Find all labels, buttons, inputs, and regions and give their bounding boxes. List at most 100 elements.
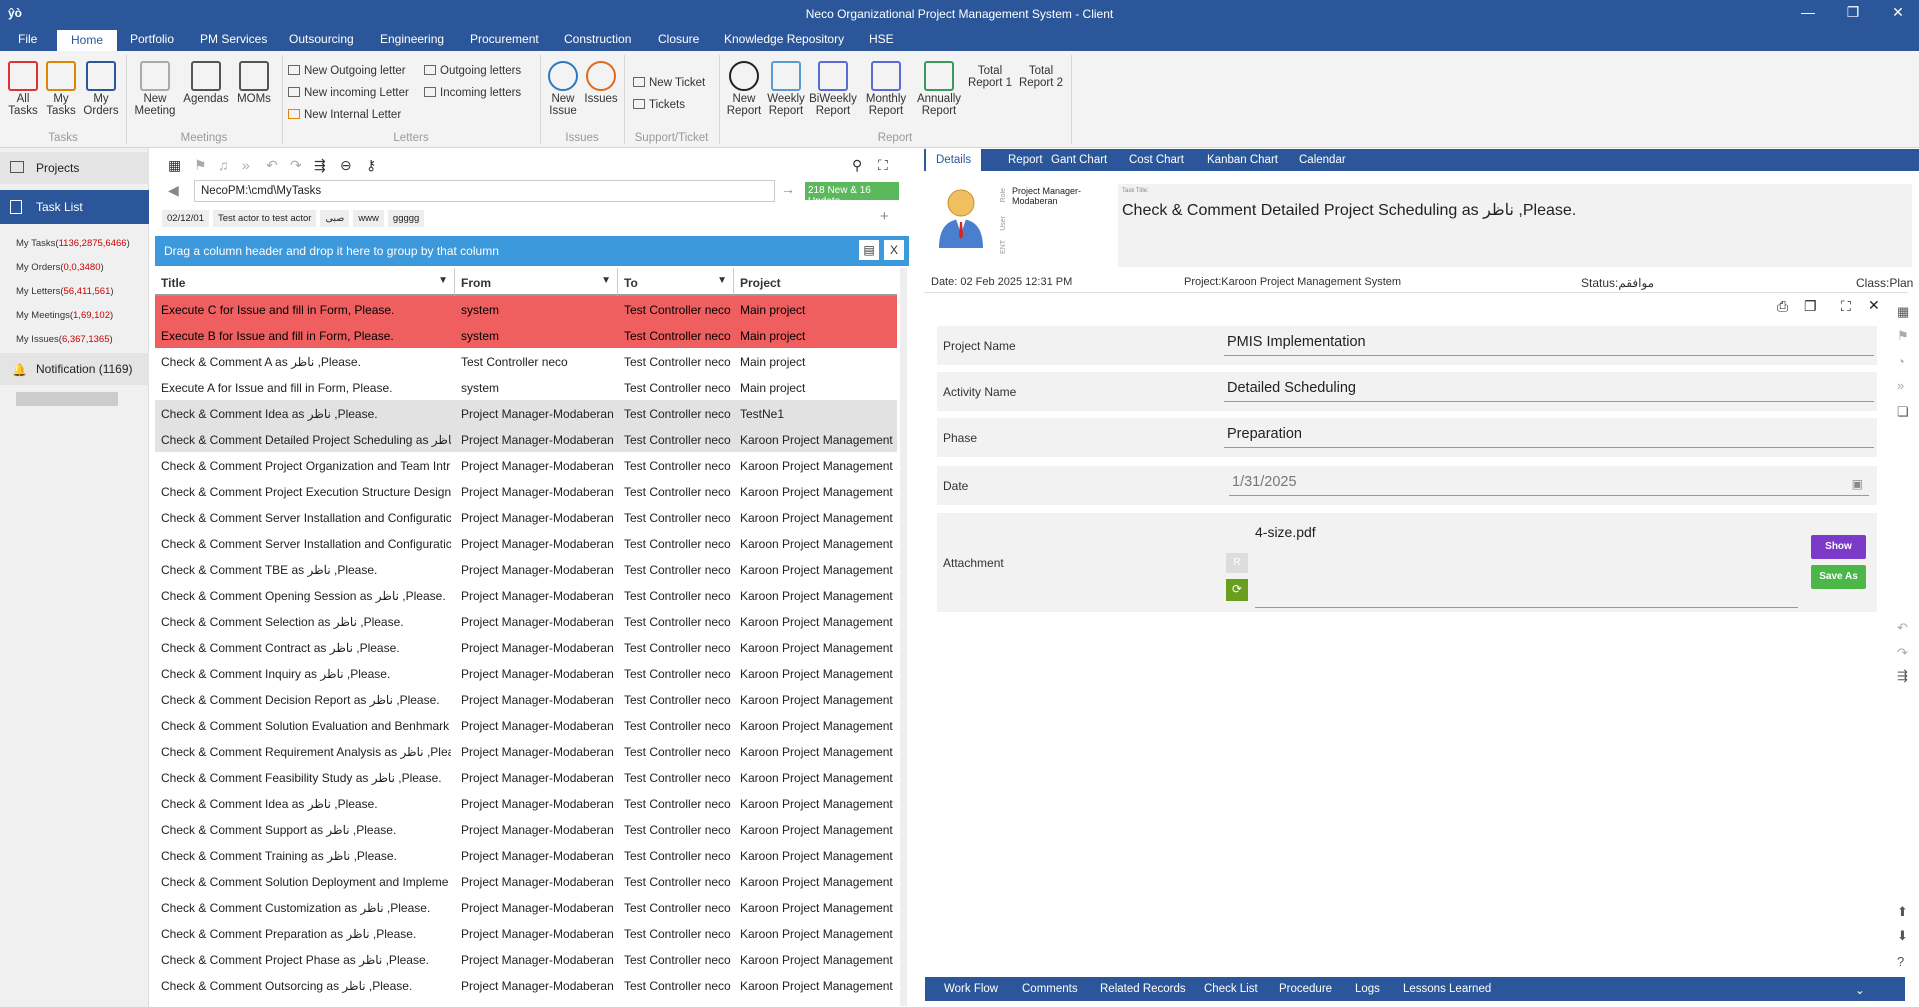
table-row[interactable]: Check & Comment TBE as ناظر ,Please. Proj… — [155, 556, 897, 582]
path-input[interactable]: NecoPM:\cmd\MyTasks — [194, 180, 775, 202]
tab-cost-chart[interactable]: Cost Chart — [1129, 154, 1184, 166]
send-icon[interactable]: ⇶ — [1897, 668, 1908, 684]
undo-icon[interactable]: ↶ — [1897, 620, 1908, 636]
table-row[interactable]: Check & Comment Server Installation and … — [155, 530, 897, 556]
table-row[interactable]: Check & Comment Preparation as ناظر ,Ple… — [155, 920, 897, 946]
new-incoming-letter-button[interactable]: New incoming Letter — [288, 87, 409, 99]
menu-pm-services[interactable]: PM Services — [200, 32, 267, 46]
menu-procurement[interactable]: Procurement — [470, 32, 539, 46]
copy-icon[interactable]: ❐ — [1804, 298, 1817, 315]
outgoing-letters-button[interactable]: Outgoing letters — [424, 65, 521, 77]
filter-chip[interactable]: صبی — [320, 210, 350, 227]
tab-procedure[interactable]: Procedure — [1279, 983, 1332, 995]
table-row[interactable]: Check & Comment Contract as ناظر ,Please… — [155, 634, 897, 660]
table-row[interactable]: Check & Comment Server Installation and … — [155, 504, 897, 530]
sidebar-item-my-letters[interactable]: My Letters(56,411,561) — [16, 286, 114, 297]
tab-calendar[interactable]: Calendar — [1299, 154, 1346, 166]
restore-icon[interactable]: ❐ — [1838, 4, 1868, 21]
my-tasks-button[interactable]: My Tasks — [44, 61, 78, 117]
sidebar-item-projects[interactable]: Projects — [0, 152, 149, 184]
total-report-2-button[interactable]: Total Report 2 — [1016, 65, 1066, 89]
horizontal-scrollbar[interactable] — [16, 392, 118, 406]
new-internal-letter-button[interactable]: New Internal Letter — [288, 109, 401, 121]
column-header-to[interactable]: To ▼ — [618, 268, 734, 296]
filter-chip[interactable]: Test actor to test actor — [212, 210, 317, 227]
table-row[interactable]: Check & Comment A as ناظر ,Please. Test C… — [155, 348, 897, 374]
excel-export-icon[interactable]: X — [884, 240, 904, 260]
new-meeting-button[interactable]: New Meeting — [132, 61, 178, 117]
tab-details[interactable]: Details — [926, 149, 982, 171]
forward-icon[interactable]: » — [1897, 378, 1904, 393]
search-icon[interactable]: ⚲ — [852, 157, 862, 174]
activity-name-field[interactable]: Detailed Scheduling — [1224, 380, 1874, 402]
tab-kanban-chart[interactable]: Kanban Chart — [1207, 154, 1278, 166]
new-ticket-button[interactable]: New Ticket — [633, 77, 705, 89]
monthly-report-button[interactable]: Monthly Report — [862, 61, 910, 117]
sidebar-item-my-issues[interactable]: My Issues(6,367,1365) — [16, 334, 113, 345]
column-header-from[interactable]: From ▼ — [455, 268, 618, 296]
filter-chip[interactable]: ggggg — [387, 210, 425, 227]
table-row[interactable]: Check & Comment Idea as ناظر ,Please. Pro… — [155, 400, 897, 426]
table-row[interactable]: Check & Comment Outsorcing as ناظر ,Plea… — [155, 972, 897, 998]
close-window-icon[interactable]: ✕ — [1883, 4, 1913, 21]
menu-file[interactable]: File — [18, 32, 37, 46]
print-icon[interactable]: ⎙ — [1777, 298, 1788, 315]
date-field[interactable]: 1/31/2025 — [1229, 474, 1869, 496]
table-row[interactable]: Check & Comment Idea as ناظر ,Please. Pro… — [155, 790, 897, 816]
attachment-file-name[interactable]: 4-size.pdf — [1255, 524, 1316, 540]
biweekly-report-button[interactable]: BiWeekly Report — [808, 61, 858, 117]
menu-knowledge-repository[interactable]: Knowledge Repository — [724, 32, 844, 46]
add-icon[interactable]: + — [880, 208, 889, 225]
filter-icon[interactable]: ▼ — [438, 275, 448, 286]
table-row[interactable]: Check & Comment Feasibility Study as ناظ… — [155, 764, 897, 790]
filter-chip[interactable]: www — [353, 210, 384, 227]
phase-field[interactable]: Preparation — [1224, 426, 1874, 448]
menu-closure[interactable]: Closure — [658, 32, 699, 46]
table-row[interactable]: Check & Comment Customization as ناظر ,P… — [155, 894, 897, 920]
back-icon[interactable]: ◀ — [168, 182, 179, 199]
all-tasks-button[interactable]: All Tasks — [6, 61, 40, 117]
arrow-up-icon[interactable]: ⬆ — [1897, 904, 1908, 920]
menu-home[interactable]: Home — [57, 30, 118, 51]
weekly-report-button[interactable]: Weekly Report — [766, 61, 806, 117]
table-row[interactable]: Check & Comment Selection as ناظر ,Pleas… — [155, 608, 897, 634]
table-row[interactable]: Execute C for Issue and fill in Form, Pl… — [155, 296, 897, 322]
send-icon[interactable]: ⇶ — [314, 157, 326, 174]
bell-icon[interactable]: ◔ — [1897, 354, 1905, 369]
table-row[interactable]: Execute B for Issue and fill in Form, Pl… — [155, 322, 897, 348]
maximize-icon[interactable]: ⛶ — [1841, 298, 1851, 315]
flag-icon[interactable]: ⚑ — [194, 157, 207, 174]
grid-icon[interactable]: ▦ — [1897, 304, 1909, 320]
table-row[interactable]: Check & Comment Opening Session as ناظر … — [155, 582, 897, 608]
vertical-scrollbar[interactable] — [900, 268, 907, 1006]
table-row[interactable]: Check & Comment Project Phase as ناظر ,P… — [155, 946, 897, 972]
refresh-icon[interactable]: ⟳ — [1226, 579, 1248, 601]
redo-icon[interactable]: ↷ — [1897, 645, 1908, 661]
tab-comments[interactable]: Comments — [1022, 983, 1078, 995]
menu-construction[interactable]: Construction — [564, 32, 631, 46]
show-button[interactable]: Show — [1811, 535, 1866, 559]
table-row[interactable]: Check & Comment Support as ناظر ,Please.… — [155, 816, 897, 842]
filter-icon[interactable]: ▼ — [717, 275, 727, 286]
annually-report-button[interactable]: Annually Report — [914, 61, 964, 117]
project-name-field[interactable]: PMIS Implementation — [1224, 334, 1874, 356]
column-header-project[interactable]: Project — [734, 268, 897, 296]
tab-related-records[interactable]: Related Records — [1100, 983, 1186, 995]
table-row[interactable]: Check & Comment Training as ناظر ,Please… — [155, 842, 897, 868]
sidebar-item-notification[interactable]: 🔔 Notification (1169) — [0, 353, 149, 385]
total-report-1-button[interactable]: Total Report 1 — [965, 65, 1015, 89]
tab-check-list[interactable]: Check List — [1204, 983, 1258, 995]
table-row[interactable]: Check & Comment Inquiry as ناظر ,Please.… — [155, 660, 897, 686]
new-report-button[interactable]: New Report — [724, 61, 764, 117]
tab-work-flow[interactable]: Work Flow — [944, 983, 998, 995]
minimize-icon[interactable]: — — [1793, 4, 1823, 20]
sidebar-item-task-list[interactable]: Task List — [0, 190, 149, 224]
table-row[interactable]: Execute A for Issue and fill in Form, Pl… — [155, 374, 897, 400]
key-icon[interactable]: ⚷ — [366, 157, 376, 174]
menu-engineering[interactable]: Engineering — [380, 32, 444, 46]
issues-button[interactable]: Issues — [584, 61, 618, 105]
moms-button[interactable]: MOMs — [234, 61, 274, 105]
clipboard-icon[interactable]: ❏ — [1897, 404, 1909, 420]
update-badge[interactable]: 218 New & 16 Update — [805, 182, 899, 207]
my-orders-button[interactable]: My Orders — [83, 61, 119, 117]
